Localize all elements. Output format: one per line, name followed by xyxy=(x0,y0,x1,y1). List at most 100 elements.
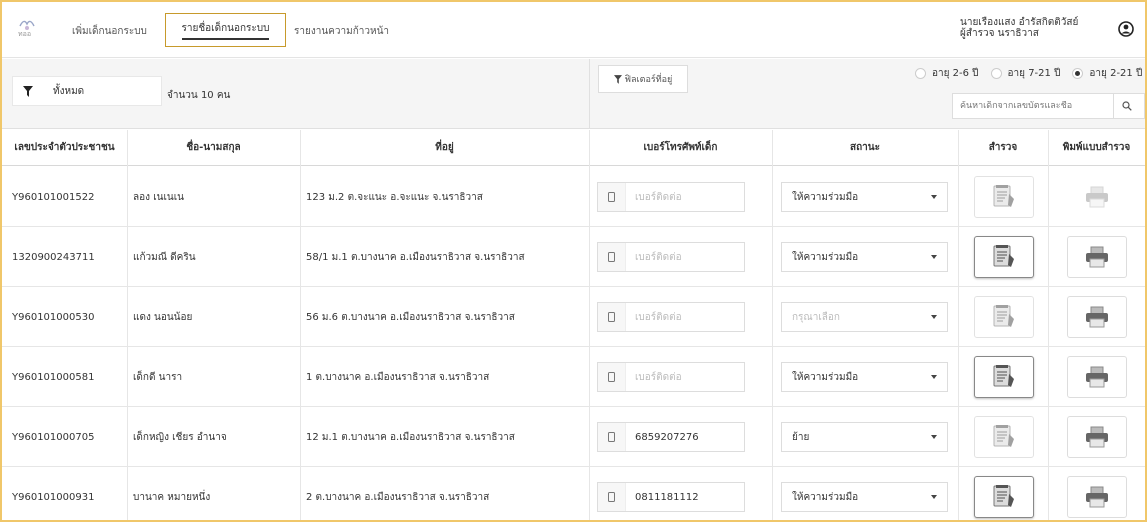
survey-icon xyxy=(993,305,1014,327)
print-survey-button[interactable] xyxy=(1067,296,1127,338)
cell-address: 123 ม.2 ต.จะแนะ อ.จะแนะ จ.นราธิวาส xyxy=(306,191,483,203)
mobile-phone-icon xyxy=(608,492,615,502)
search-box xyxy=(952,93,1145,119)
age-radio-2-6[interactable]: อายุ 2-6 ปี xyxy=(915,66,979,81)
cell-status: ให้ความร่วมมือ xyxy=(781,467,951,522)
col-header-survey: สำรวจ xyxy=(988,142,1018,153)
table-row: Y960101000705 เด็กหญิง เชียร อำนาจ 12 ม.… xyxy=(2,407,1145,467)
printer-icon xyxy=(1086,486,1108,508)
cell-survey xyxy=(974,227,1036,287)
cell-phone: เบอร์ติดต่อ xyxy=(597,347,767,407)
radio-dot xyxy=(990,68,1002,79)
phone-input[interactable]: 6859207276 xyxy=(597,422,745,452)
user-role: ผู้สำรวจ นราธิวาส xyxy=(960,28,1039,39)
cell-print xyxy=(1067,407,1129,467)
cell-address: 1 ต.บางนาค อ.เมืองนราธิวาส จ.นราธิวาส xyxy=(306,371,490,383)
cell-status: ให้ความร่วมมือ xyxy=(781,167,951,227)
cell-id: Y960101000581 xyxy=(12,371,95,383)
cell-print xyxy=(1067,347,1129,407)
toolbar: ทั้งหมด จำนวน 10 คน ฟิลเตอร์ที่อยู่ อายุ… xyxy=(2,59,1145,129)
status-select[interactable]: ให้ความร่วมมือ xyxy=(781,482,948,512)
printer-icon xyxy=(1086,306,1108,328)
survey-button[interactable] xyxy=(974,416,1034,458)
nav-child-list[interactable]: รายชื่อเด็กนอกระบบ xyxy=(165,13,286,47)
survey-button[interactable] xyxy=(974,176,1034,218)
phone-placeholder: เบอร์ติดต่อ xyxy=(635,191,682,203)
status-placeholder: กรุณาเลือก xyxy=(792,311,840,323)
phone-value: 0811181112 xyxy=(635,491,699,503)
status-select[interactable]: กรุณาเลือก xyxy=(781,302,948,332)
mobile-phone-icon xyxy=(608,312,615,322)
cell-name: ลอง เนเนเน xyxy=(133,191,184,203)
status-select[interactable]: ให้ความร่วมมือ xyxy=(781,182,948,212)
print-survey-button[interactable] xyxy=(1067,416,1127,458)
survey-button[interactable] xyxy=(974,476,1034,518)
cell-phone: 6859207276 xyxy=(597,407,767,467)
phone-value: 6859207276 xyxy=(635,431,699,443)
age-radio-group: อายุ 2-6 ปี อายุ 7-21 ปี อายุ 2-21 ปี xyxy=(915,66,1142,81)
top-nav: ทออ เพิ่มเด็กนอกระบบ รายชื่อเด็กนอกระบบ … xyxy=(2,2,1145,58)
survey-icon xyxy=(993,365,1014,387)
phone-input[interactable]: เบอร์ติดต่อ xyxy=(597,182,745,212)
age-radio-2-21[interactable]: อายุ 2-21 ปี xyxy=(1072,66,1142,81)
status-select[interactable]: ให้ความร่วมมือ xyxy=(781,362,948,392)
cell-status: ให้ความร่วมมือ xyxy=(781,347,951,407)
table-row: Y960101001522 ลอง เนเนเน 123 ม.2 ต.จะแนะ… xyxy=(2,167,1145,227)
print-survey-button[interactable] xyxy=(1067,356,1127,398)
col-header-address: ที่อยู่ xyxy=(435,142,454,153)
phone-input[interactable]: 0811181112 xyxy=(597,482,745,512)
radio-dot-selected xyxy=(1072,68,1084,79)
status-value: ให้ความร่วมมือ xyxy=(792,191,859,203)
cell-survey xyxy=(974,347,1036,407)
cell-name: แก้วมณี ดีคริน xyxy=(133,251,196,263)
printer-icon xyxy=(1086,366,1108,388)
table-row: Y960101000581 เด็กดี นารา 1 ต.บางนาค อ.เ… xyxy=(2,347,1145,407)
phone-input[interactable]: เบอร์ติดต่อ xyxy=(597,302,745,332)
survey-button[interactable] xyxy=(974,296,1034,338)
chevron-down-icon xyxy=(931,435,937,439)
survey-button[interactable] xyxy=(974,236,1034,278)
search-input[interactable] xyxy=(953,101,1113,111)
status-filter[interactable]: ทั้งหมด xyxy=(12,76,162,106)
print-survey-button[interactable] xyxy=(1067,476,1127,518)
address-filter-label: ฟิลเตอร์ที่อยู่ xyxy=(624,75,673,85)
survey-button[interactable] xyxy=(974,356,1034,398)
cell-address: 56 ม.6 ต.บางนาค อ.เมืองนราธิวาส จ.นราธิว… xyxy=(306,311,515,323)
table-row: Y960101000931 บานาค หมายหนึ่ง 2 ต.บางนาค… xyxy=(2,467,1145,522)
phone-icon-wrap xyxy=(598,243,626,271)
print-survey-button[interactable] xyxy=(1067,236,1127,278)
cell-print xyxy=(1067,167,1129,227)
status-select[interactable]: ให้ความร่วมมือ xyxy=(781,242,948,272)
phone-input[interactable]: เบอร์ติดต่อ xyxy=(597,362,745,392)
cell-name: แดง นอนน้อย xyxy=(133,311,193,323)
cell-id: Y960101001522 xyxy=(12,191,95,203)
survey-icon xyxy=(993,485,1014,507)
age-radio-7-21[interactable]: อายุ 7-21 ปี xyxy=(990,66,1060,81)
age-radio-label: อายุ 2-6 ปี xyxy=(932,68,979,79)
nav-add-child[interactable]: เพิ่มเด็กนอกระบบ xyxy=(72,24,147,39)
cell-print xyxy=(1067,287,1129,347)
cell-phone: เบอร์ติดต่อ xyxy=(597,167,767,227)
user-account-icon[interactable] xyxy=(1118,21,1134,37)
phone-icon-wrap xyxy=(598,303,626,331)
child-count: จำนวน 10 คน xyxy=(167,90,231,101)
nav-progress-report[interactable]: รายงานความก้าวหน้า xyxy=(294,24,389,39)
phone-input[interactable]: เบอร์ติดต่อ xyxy=(597,242,745,272)
phone-placeholder: เบอร์ติดต่อ xyxy=(635,251,682,263)
survey-icon xyxy=(993,245,1014,267)
user-info: นายเรืองแสง อำรัสกิตติวัสย์ ผู้สำรวจ นรา… xyxy=(960,17,1078,39)
address-filter-button[interactable]: ฟิลเตอร์ที่อยู่ xyxy=(598,65,688,93)
print-survey-button[interactable] xyxy=(1067,176,1127,218)
status-value: ย้าย xyxy=(792,431,810,443)
filter-icon xyxy=(613,74,622,84)
search-button[interactable] xyxy=(1113,93,1139,119)
status-value: ให้ความร่วมมือ xyxy=(792,371,859,383)
table-row: Y960101000530 แดง นอนน้อย 56 ม.6 ต.บางนา… xyxy=(2,287,1145,347)
cell-survey xyxy=(974,167,1036,227)
cell-id: Y960101000705 xyxy=(12,431,95,443)
cell-survey xyxy=(974,407,1036,467)
cell-print xyxy=(1067,467,1129,522)
col-header-phone: เบอร์โทรศัพท์เด็ก xyxy=(643,142,718,153)
filter-icon xyxy=(13,85,43,97)
status-select[interactable]: ย้าย xyxy=(781,422,948,452)
